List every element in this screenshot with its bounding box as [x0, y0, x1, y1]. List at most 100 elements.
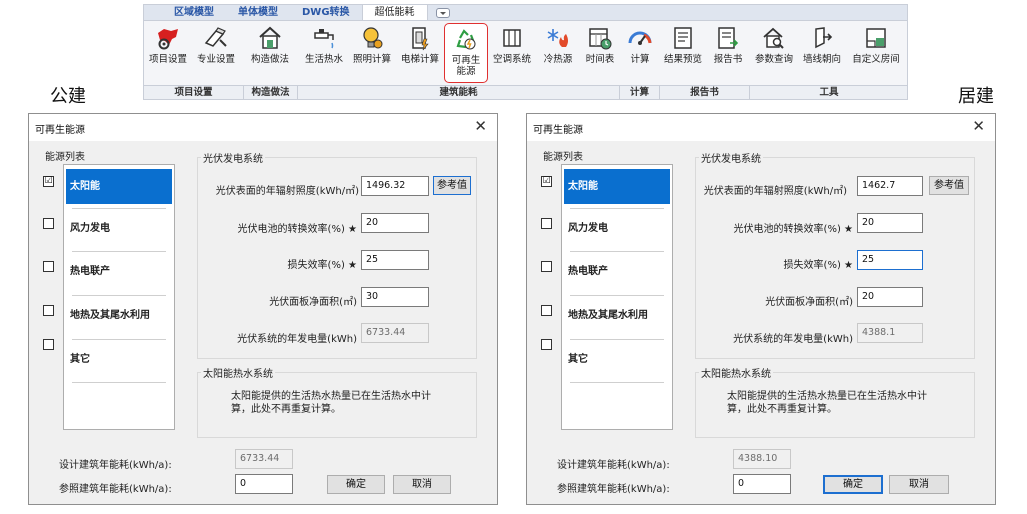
parameter-query-button[interactable]: 参数查询 — [752, 23, 796, 83]
list-divider — [72, 208, 166, 209]
ok-button[interactable]: 确定 — [823, 475, 883, 494]
list-divider — [570, 251, 664, 252]
list-item-wind[interactable]: 风力发电 — [66, 211, 172, 246]
list-item-geothermal[interactable]: 地热及其尾水利用 — [564, 298, 670, 333]
elevator-calc-button[interactable]: 电梯计算 — [398, 23, 442, 83]
irradiance-input[interactable]: 1496.32 — [361, 176, 429, 196]
button-label: 计算 — [630, 54, 650, 65]
irradiance-label: 光伏表面的年辐射照度(kWh/㎡) — [215, 186, 359, 197]
dialog-title: 可再生能源 — [35, 125, 85, 136]
reference-value-button[interactable]: 参考值 — [433, 176, 471, 195]
report-button[interactable]: 报告书 — [706, 23, 750, 83]
renewable-energy-button[interactable]: 可再生 能源 — [444, 23, 488, 83]
list-item-chp[interactable]: 热电联产 — [564, 254, 670, 289]
list-divider — [570, 382, 664, 383]
tab-region-model[interactable]: 区域模型 — [162, 5, 226, 20]
schedule-button[interactable]: 时间表 — [580, 23, 620, 83]
list-item-solar[interactable]: 太阳能 — [564, 169, 670, 204]
hot-water-button[interactable]: 生活热水 — [302, 23, 346, 83]
group-construction: 构造做法 — [244, 86, 298, 100]
reference-energy-input[interactable]: 0 — [733, 474, 791, 494]
close-icon[interactable]: ✕ — [474, 118, 487, 134]
button-label: 项目设置 — [148, 54, 187, 65]
design-energy-output: 4388.10 — [733, 449, 791, 469]
tab-single-model[interactable]: 单体模型 — [226, 5, 290, 20]
reference-energy-input[interactable]: 0 — [235, 474, 293, 494]
ok-button[interactable]: 确定 — [327, 475, 385, 494]
air-conditioning-button[interactable]: 空调系统 — [488, 23, 536, 83]
list-item-geothermal[interactable]: 地热及其尾水利用 — [66, 298, 172, 333]
parameter-query-icon — [763, 27, 784, 49]
ribbon-minimize-icon[interactable] — [435, 7, 450, 18]
list-item-solar[interactable]: 太阳能 — [66, 169, 172, 204]
efficiency-label: 光伏电池的转换效率(%) ★ — [733, 224, 853, 235]
energy-list[interactable]: 太阳能 风力发电 热电联产 地热及其尾水利用 其它 — [561, 164, 673, 430]
button-label: 参数查询 — [754, 54, 793, 65]
wall-orientation-icon — [815, 27, 833, 49]
elevator-icon — [412, 27, 429, 51]
tab-dwg-convert[interactable]: DWG转换 — [290, 5, 362, 20]
efficiency-input[interactable]: 20 — [857, 213, 923, 233]
group-project-settings: 项目设置 — [144, 86, 244, 100]
loss-input[interactable]: 25 — [857, 250, 923, 270]
lightbulb-icon — [363, 27, 383, 49]
list-divider — [72, 382, 166, 383]
project-settings-button[interactable]: 项目设置 — [146, 23, 190, 83]
panel-area-input[interactable]: 20 — [857, 287, 923, 307]
ribbon-button-area: 项目设置 专业设置 构造做法 生活热水 照明计算 电梯计算 可再生 能源 空调系… — [144, 21, 907, 85]
dialog-titlebar: 可再生能源 ✕ — [29, 114, 497, 141]
list-item-other[interactable]: 其它 — [66, 342, 172, 377]
group-report: 报告书 — [660, 86, 750, 100]
button-label: 可再生 能源 — [451, 55, 481, 77]
other-checkbox[interactable] — [541, 339, 552, 350]
button-label: 结果预览 — [663, 54, 702, 65]
energy-list[interactable]: 太阳能 风力发电 热电联产 地热及其尾水利用 其它 — [63, 164, 175, 430]
list-item-chp[interactable]: 热电联产 — [66, 254, 172, 289]
solar-checkbox[interactable]: ☑ — [541, 176, 552, 187]
button-label: 生活热水 — [304, 54, 343, 65]
list-divider — [72, 295, 166, 296]
geothermal-checkbox[interactable] — [541, 305, 552, 316]
irradiance-input[interactable]: 1462.7 — [857, 176, 923, 196]
air-conditioner-icon — [503, 29, 521, 47]
wind-checkbox[interactable] — [43, 218, 54, 229]
button-label: 报告书 — [713, 54, 743, 65]
custom-room-button[interactable]: 自定义房间 — [848, 23, 904, 83]
panel-area-input[interactable]: 30 — [361, 287, 429, 307]
ribbon-group-bar: 项目设置 构造做法 建筑能耗 计算 报告书 工具 — [144, 85, 907, 100]
energy-list-title: 能源列表 — [541, 148, 585, 163]
construction-button[interactable]: 构造做法 — [248, 23, 292, 83]
cold-heat-source-icon — [547, 29, 568, 47]
professional-settings-button[interactable]: 专业设置 — [194, 23, 238, 83]
cancel-button[interactable]: 取消 — [393, 475, 451, 494]
group-building-energy: 建筑能耗 — [298, 86, 620, 100]
result-preview-button[interactable]: 结果预览 — [660, 23, 706, 83]
close-icon[interactable]: ✕ — [972, 118, 985, 134]
reference-value-button[interactable]: 参考值 — [929, 176, 969, 195]
solar-checkbox[interactable]: ☑ — [43, 176, 54, 187]
design-energy-output: 6733.44 — [235, 449, 293, 469]
cold-heat-source-button[interactable]: 冷热源 — [538, 23, 578, 83]
list-item-wind[interactable]: 风力发电 — [564, 211, 670, 246]
list-divider — [570, 295, 664, 296]
chp-checkbox[interactable] — [43, 261, 54, 272]
professional-settings-icon — [204, 27, 227, 47]
cancel-button[interactable]: 取消 — [889, 475, 949, 494]
energy-list-title: 能源列表 — [43, 148, 87, 163]
lighting-calc-button[interactable]: 照明计算 — [350, 23, 394, 83]
chp-checkbox[interactable] — [541, 261, 552, 272]
list-item-other[interactable]: 其它 — [564, 342, 670, 377]
solar-hot-water-title: 太阳能热水系统 — [201, 365, 275, 380]
calculate-button[interactable]: 计算 — [620, 23, 660, 83]
efficiency-input[interactable]: 20 — [361, 213, 429, 233]
other-checkbox[interactable] — [43, 339, 54, 350]
wall-orientation-button[interactable]: 墙线朝向 — [800, 23, 844, 83]
tab-ultra-low-energy[interactable]: 超低能耗 — [361, 5, 428, 20]
wind-checkbox[interactable] — [541, 218, 552, 229]
loss-input[interactable]: 25 — [361, 250, 429, 270]
irradiance-label: 光伏表面的年辐射照度(kWh/㎡) — [703, 186, 847, 197]
annual-generation-output: 4388.1 — [857, 323, 923, 343]
geothermal-checkbox[interactable] — [43, 305, 54, 316]
button-label: 专业设置 — [196, 54, 235, 65]
button-label: 电梯计算 — [400, 54, 439, 65]
